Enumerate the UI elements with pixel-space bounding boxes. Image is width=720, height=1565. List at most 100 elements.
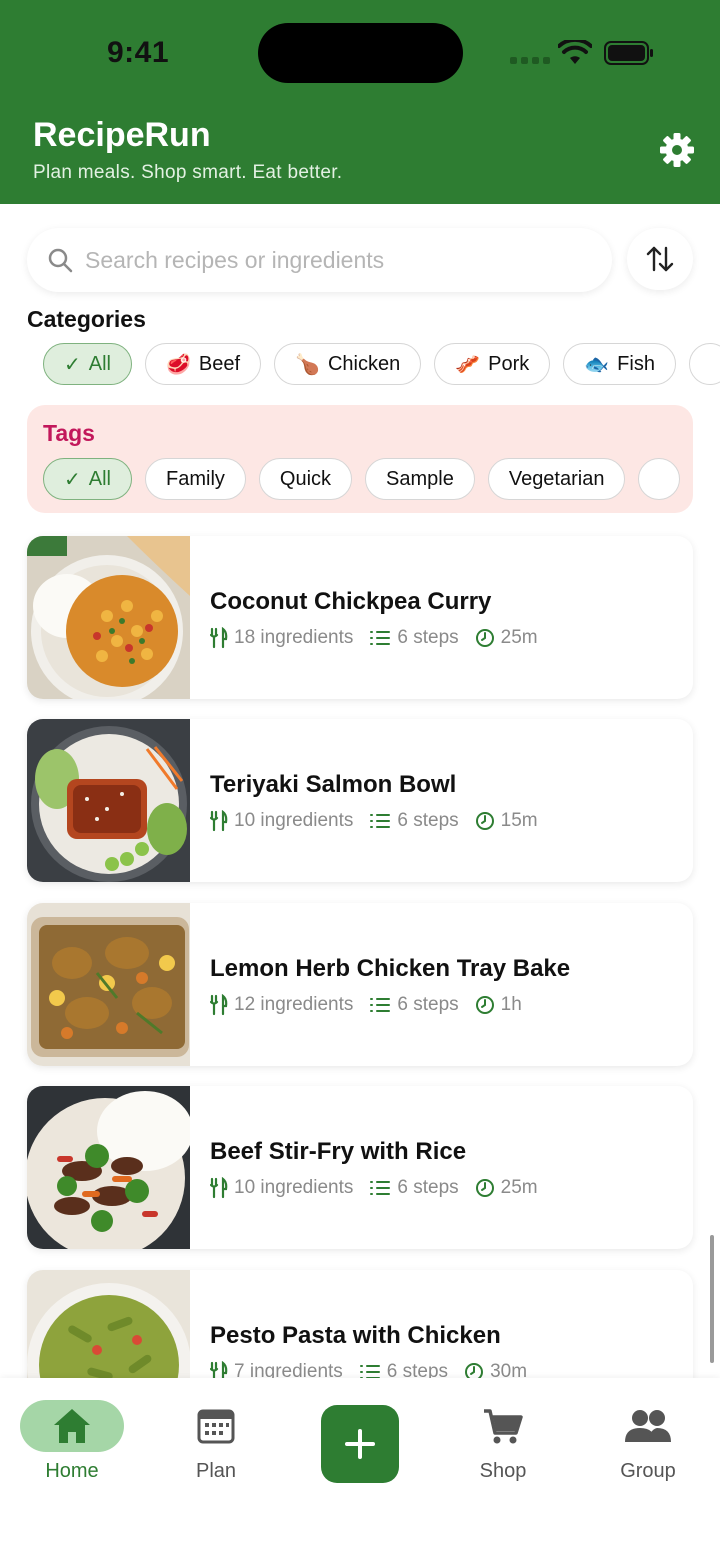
checkmark-icon: ✓ xyxy=(64,468,81,491)
tag-chip-quick[interactable]: Quick xyxy=(258,458,353,500)
search-bar[interactable] xyxy=(27,228,612,292)
ingredients-count: 10 ingredients xyxy=(234,810,354,831)
battery-icon xyxy=(604,41,653,65)
app-subtitle: Plan meals. Shop smart. Eat better. xyxy=(33,162,343,183)
categories-heading: Categories xyxy=(27,306,146,332)
app-header: 9:41 RecipeRun Plan meals. Shop smart. E… xyxy=(0,0,720,204)
scrollbar[interactable] xyxy=(710,1235,714,1363)
ingredients-count: 10 ingredients xyxy=(234,1177,354,1198)
clock-icon xyxy=(475,1179,494,1197)
checkmark-icon: ✓ xyxy=(64,353,81,376)
chip-label: Vegetarian xyxy=(508,467,605,490)
steps-count: 6 steps xyxy=(397,1177,459,1198)
steps-count: 6 steps xyxy=(397,994,459,1015)
tab-label: Plan xyxy=(195,1460,237,1482)
chip-label: Pork xyxy=(488,352,530,375)
home-screen: 9:41 RecipeRun Plan meals. Shop smart. E… xyxy=(0,0,720,1565)
home-icon xyxy=(54,1409,90,1443)
tag-chip-more[interactable] xyxy=(638,458,681,500)
gear-icon[interactable] xyxy=(659,132,695,168)
list-icon xyxy=(370,1181,391,1195)
cook-time: 1h xyxy=(500,994,522,1015)
chip-label: Sample xyxy=(386,467,454,490)
calendar-icon xyxy=(197,1409,235,1444)
tag-chips: ✓ All Family Quick Sample Vegetarian xyxy=(43,458,681,500)
tab-shop[interactable]: Shop xyxy=(448,1400,558,1483)
recipe-title: Pesto Pasta with Chicken xyxy=(210,1322,501,1349)
recipe-card[interactable]: Beef Stir-Fry with Rice 10 ingredients 6… xyxy=(27,1086,693,1249)
sort-arrows-icon xyxy=(646,246,674,272)
tag-chip-family[interactable]: Family xyxy=(145,458,246,500)
tab-shop-icon-wrap xyxy=(451,1400,555,1452)
add-recipe-button[interactable] xyxy=(321,1405,399,1483)
tab-home[interactable]: Home xyxy=(17,1400,127,1483)
recipe-card[interactable]: Lemon Herb Chicken Tray Bake 12 ingredie… xyxy=(27,903,693,1066)
list-icon xyxy=(370,814,391,828)
search-input[interactable] xyxy=(85,246,585,274)
tab-group-icon-wrap xyxy=(596,1400,700,1452)
ingredients-count: 18 ingredients xyxy=(234,627,354,648)
category-chips: ✓ All 🥩 Beef 🍗 Chicken 🥓 Pork 🐟 Fish xyxy=(43,343,720,385)
chip-label: Fish xyxy=(617,352,655,375)
tab-group[interactable]: Group xyxy=(593,1400,703,1483)
category-chip-chicken[interactable]: 🍗 Chicken xyxy=(274,343,422,385)
fish-icon: 🐟 xyxy=(584,353,610,376)
category-chip-more[interactable] xyxy=(688,343,720,385)
tab-home-highlight xyxy=(20,1400,124,1452)
tab-label: Group xyxy=(620,1460,676,1482)
category-chip-fish[interactable]: 🐟 Fish xyxy=(563,343,676,385)
chip-label: Beef xyxy=(198,352,241,375)
category-chip-pork[interactable]: 🥓 Pork xyxy=(434,343,551,385)
tab-label: Home xyxy=(45,1460,99,1482)
plus-icon xyxy=(345,1429,375,1459)
tags-panel: Tags ✓ All Family Quick Sample Vegetaria… xyxy=(27,405,693,513)
clock-icon xyxy=(475,629,494,647)
wifi-icon xyxy=(558,40,592,64)
recipe-title: Coconut Chickpea Curry xyxy=(210,588,492,615)
search-icon xyxy=(48,248,73,273)
drumstick-icon: 🍗 xyxy=(295,353,320,376)
cart-icon xyxy=(484,1409,523,1444)
steps-count: 6 steps xyxy=(397,810,459,831)
chip-label: Quick xyxy=(279,467,332,490)
tag-chip-all[interactable]: ✓ All xyxy=(43,458,132,500)
recipe-meta: 12 ingredients 6 steps 1h xyxy=(210,994,538,1016)
steak-icon: 🥩 xyxy=(166,353,191,376)
recipe-title: Beef Stir-Fry with Rice xyxy=(210,1138,467,1165)
recipe-card[interactable]: Coconut Chickpea Curry 18 ingredients 6 … xyxy=(27,536,693,699)
utensils-icon xyxy=(210,627,228,649)
bottom-tab-bar: Home Plan Shop Group xyxy=(0,1378,720,1565)
status-time: 9:41 xyxy=(107,36,170,69)
clock-icon xyxy=(475,812,494,830)
recipe-photo-salmon xyxy=(27,719,190,882)
chip-label: All xyxy=(88,467,111,490)
recipe-card[interactable]: Teriyaki Salmon Bowl 10 ingredients 6 st… xyxy=(27,719,693,882)
bacon-icon: 🥓 xyxy=(455,353,481,376)
utensils-icon xyxy=(210,1177,228,1199)
recipe-meta: 18 ingredients 6 steps 25m xyxy=(210,627,554,649)
utensils-icon xyxy=(210,810,228,832)
chip-label: All xyxy=(88,352,111,375)
cook-time: 15m xyxy=(500,810,538,831)
category-chip-all[interactable]: ✓ All xyxy=(43,343,132,385)
chip-label: Family xyxy=(166,467,225,490)
tab-plan[interactable]: Plan xyxy=(161,1400,271,1483)
dynamic-island xyxy=(258,23,463,83)
tab-plan-icon-wrap xyxy=(164,1400,268,1452)
tag-chip-sample[interactable]: Sample xyxy=(365,458,475,500)
utensils-icon xyxy=(210,994,228,1016)
category-chip-beef[interactable]: 🥩 Beef xyxy=(145,343,262,385)
chip-label: Chicken xyxy=(327,352,401,375)
recipe-photo-curry xyxy=(27,536,190,699)
recipe-photo-beef-stirfry xyxy=(27,1086,190,1249)
cellular-signal-icon xyxy=(510,57,550,64)
list-icon xyxy=(370,998,391,1012)
clock-icon xyxy=(475,996,494,1014)
list-icon xyxy=(370,631,391,645)
cook-time: 25m xyxy=(500,627,538,648)
tags-heading: Tags xyxy=(43,420,95,446)
recipe-photo-chicken-traybake xyxy=(27,903,190,1066)
tag-chip-vegetarian[interactable]: Vegetarian xyxy=(487,458,626,500)
recipe-title: Lemon Herb Chicken Tray Bake xyxy=(210,955,571,982)
sort-button[interactable] xyxy=(627,228,693,290)
